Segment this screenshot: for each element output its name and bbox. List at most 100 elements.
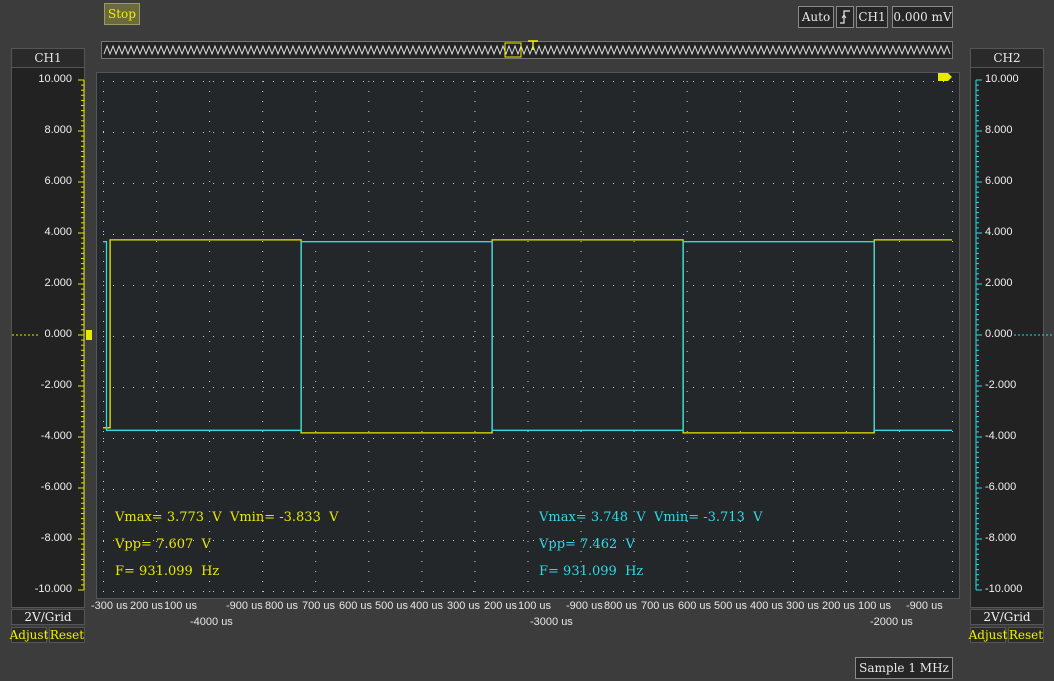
grid-dot: [533, 540, 534, 541]
ch1-zero-level-marker[interactable]: [12, 329, 92, 341]
grid-dot: [663, 285, 664, 286]
grid-dot: [933, 438, 934, 439]
grid-dot: [293, 336, 294, 337]
ch2-reset-button[interactable]: Reset: [1008, 627, 1044, 643]
grid-dot: [623, 234, 624, 235]
grid-dot: [368, 221, 370, 222]
grid-dot: [103, 151, 104, 152]
grid-dot: [580, 121, 582, 122]
grid-dot: [952, 111, 953, 112]
grid-dot: [315, 151, 317, 152]
grid-dot: [580, 161, 582, 162]
grid-dot: [513, 285, 514, 286]
trigger-channel-button[interactable]: CH1: [856, 6, 888, 28]
grid-dot: [792, 451, 794, 452]
grid-dot: [663, 183, 664, 184]
ch2-zero-level-marker[interactable]: [1012, 329, 1054, 341]
grid-dot: [527, 271, 529, 272]
grid-dot: [527, 151, 529, 152]
ch1-reset-button[interactable]: Reset: [49, 627, 85, 643]
grid-dot: [833, 132, 834, 133]
grid-dot: [313, 540, 314, 541]
ch2-adjust-button[interactable]: Adjust: [969, 627, 1007, 643]
grid-dot: [792, 371, 794, 372]
grid-dot: [563, 81, 564, 82]
grid-dot: [315, 281, 317, 282]
grid-dot: [845, 91, 847, 92]
grid-dot: [898, 511, 900, 512]
stop-button[interactable]: Stop: [104, 3, 140, 25]
grid-dot: [943, 132, 944, 133]
grid-dot: [893, 234, 894, 235]
grid-dot: [262, 101, 264, 102]
grid-dot: [943, 234, 944, 235]
grid-dot: [733, 285, 734, 286]
grid-dot: [403, 387, 404, 388]
grid-dot: [952, 591, 953, 592]
grid-dot: [653, 438, 654, 439]
grid-dot: [421, 381, 423, 382]
trigger-mode-button[interactable]: Auto: [798, 6, 834, 28]
grid-dot: [262, 221, 264, 222]
grid-dot: [952, 131, 953, 132]
trigger-position-icon[interactable]: [527, 36, 539, 55]
ch1-adjust-button[interactable]: Adjust: [10, 627, 48, 643]
grid-dot: [156, 341, 158, 342]
grid-dot: [739, 471, 741, 472]
grid-dot: [421, 531, 423, 532]
grid-dot: [113, 183, 114, 184]
grid-dot: [792, 501, 794, 502]
grid-dot: [543, 591, 544, 592]
grid-dot: [739, 571, 741, 572]
grid-dot: [243, 489, 244, 490]
grid-dot: [633, 281, 635, 282]
x-tick-label: 300 us: [447, 600, 481, 612]
grid-dot: [474, 481, 476, 482]
grid-dot: [793, 540, 794, 541]
grid-dot: [533, 285, 534, 286]
trigger-level-field[interactable]: 0.000 mV: [892, 6, 953, 28]
grid-dot: [443, 489, 444, 490]
grid-dot: [483, 183, 484, 184]
grid-dot: [156, 371, 158, 372]
grid-dot: [683, 183, 684, 184]
grid-dot: [513, 132, 514, 133]
grid-dot: [421, 391, 423, 392]
grid-dot: [173, 81, 174, 82]
grid-dot: [633, 591, 634, 592]
grid-dot: [123, 489, 124, 490]
grid-dot: [898, 561, 900, 562]
grid-dot: [753, 387, 754, 388]
grid-dot: [845, 301, 847, 302]
grid-dot: [262, 351, 264, 352]
grid-dot: [583, 81, 584, 82]
sample-rate-button[interactable]: Sample 1 MHz: [855, 657, 953, 679]
grid-dot: [845, 331, 847, 332]
grid-dot: [209, 231, 211, 232]
grid-dot: [453, 438, 454, 439]
grid-dot: [739, 411, 741, 412]
grid-dot: [156, 171, 158, 172]
grid-dot: [853, 336, 854, 337]
grid-dot: [633, 261, 635, 262]
grid-dot: [653, 183, 654, 184]
grid-dot: [315, 541, 317, 542]
grid-dot: [583, 234, 584, 235]
grid-dot: [527, 571, 529, 572]
grid-dot: [313, 387, 314, 388]
grid-dot: [156, 211, 158, 212]
grid-dot: [633, 489, 634, 490]
grid-dot: [792, 151, 794, 152]
grid-dot: [333, 591, 334, 592]
grid-dot: [845, 411, 847, 412]
grid-dot: [183, 234, 184, 235]
grid-dot: [262, 231, 264, 232]
grid-dot: [343, 234, 344, 235]
grid-dot: [943, 285, 944, 286]
grid-dot: [368, 381, 370, 382]
grid-dot: [363, 591, 364, 592]
grid-dot: [543, 489, 544, 490]
trigger-edge-button[interactable]: [836, 6, 854, 28]
grid-dot: [209, 451, 211, 452]
grid-dot: [792, 511, 794, 512]
